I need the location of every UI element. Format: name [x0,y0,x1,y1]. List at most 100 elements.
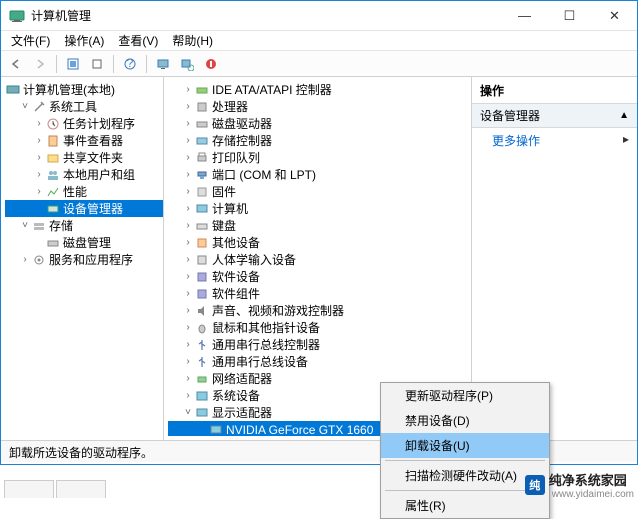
gpu-icon [208,422,224,437]
tree-label: 固件 [212,183,236,200]
toolbar-separator [56,55,57,73]
pc-icon-button[interactable] [152,53,174,75]
tab-placeholder[interactable] [56,480,106,498]
tree-label: 通用串行总线设备 [212,353,308,370]
device-category[interactable]: ›鼠标和其他指针设备 [168,319,471,336]
event-icon [45,133,61,149]
more-actions-link[interactable]: 更多操作 ▸ [472,128,637,153]
app-icon [9,8,25,24]
collapse-icon[interactable]: ▲ [619,110,629,121]
tree-label: 计算机管理(本地) [23,81,115,98]
usb-icon [194,354,210,370]
tree-label: 磁盘驱动器 [212,115,272,132]
tree-label: 其他设备 [212,234,260,251]
status-text: 卸载所选设备的驱动程序。 [9,446,153,460]
back-button[interactable] [5,53,27,75]
tree-label: 服务和应用程序 [49,251,133,268]
tree-label: 系统工具 [49,98,97,115]
menu-help[interactable]: 帮助(H) [166,30,219,51]
device-category[interactable]: ›计算机 [168,200,471,217]
tab-placeholder[interactable] [4,480,54,498]
tree-task-scheduler[interactable]: › 任务计划程序 [5,115,163,132]
watermark: 纯 纯净系统家园 www.yidaimei.com [525,470,634,500]
tree-label: 存储控制器 [212,132,272,149]
device-category[interactable]: ›其他设备 [168,234,471,251]
device-category[interactable]: ›存储控制器 [168,132,471,149]
device-category[interactable]: ›通用串行总线设备 [168,353,471,370]
collapse-icon[interactable]: ˅ [19,101,31,112]
disable-button[interactable] [200,53,222,75]
tree-local-users[interactable]: › 本地用户和组 [5,166,163,183]
device-category[interactable]: ›磁盘驱动器 [168,115,471,132]
collapse-icon[interactable]: ˅ [19,220,31,231]
collapse-icon[interactable]: ˅ [182,407,194,418]
up-button[interactable] [62,53,84,75]
cpu-icon [194,99,210,115]
title-bar[interactable]: 计算机管理 — ☐ ✕ [1,1,637,31]
tree-label: 鼠标和其他指针设备 [212,319,320,336]
network-icon [194,371,210,387]
tree-label: 处理器 [212,98,248,115]
expand-icon[interactable]: › [33,169,45,180]
menu-disable-device[interactable]: 禁用设备(D) [381,408,549,433]
toolbar-separator [113,55,114,73]
menu-view[interactable]: 查看(V) [112,30,164,51]
node-button[interactable] [86,53,108,75]
tree-shared-folders[interactable]: › 共享文件夹 [5,149,163,166]
expand-icon[interactable]: › [33,135,45,146]
close-button[interactable]: ✕ [592,2,637,30]
expand-icon[interactable]: › [19,254,31,265]
tree-services[interactable]: › 服务和应用程序 [5,251,163,268]
minimize-button[interactable]: — [502,2,547,30]
folder-icon [45,150,61,166]
tree-root[interactable]: 计算机管理(本地) [5,81,163,98]
device-category[interactable]: ›键盘 [168,217,471,234]
tree-device-manager[interactable]: 设备管理器 [5,200,163,217]
actions-subheader[interactable]: 设备管理器 ▲ [472,103,637,128]
device-category[interactable]: ›通用串行总线控制器 [168,336,471,353]
device-category[interactable]: ›处理器 [168,98,471,115]
keyboard-icon [194,218,210,234]
tree-event-viewer[interactable]: › 事件查看器 [5,132,163,149]
tree-label: 任务计划程序 [63,115,135,132]
usb-icon [194,337,210,353]
tree-label: 共享文件夹 [63,149,123,166]
tools-icon [31,99,47,115]
menu-file[interactable]: 文件(F) [5,30,56,51]
device-category[interactable]: ›软件组件 [168,285,471,302]
tree-system-tools[interactable]: ˅ 系统工具 [5,98,163,115]
devmgr-icon [45,201,61,217]
menu-uninstall-device[interactable]: 卸载设备(U) [381,433,549,458]
watermark-text: 纯净系统家园 [549,470,634,489]
watermark-url: www.yidaimei.com [552,489,634,500]
help-button[interactable]: ? [119,53,141,75]
device-category[interactable]: ›人体学输入设备 [168,251,471,268]
device-category[interactable]: ›声音、视频和游戏控制器 [168,302,471,319]
tree-label: 人体学输入设备 [212,251,296,268]
tree-label: 事件查看器 [63,132,123,149]
watermark-logo-icon: 纯 [525,475,545,495]
toolbar: ? [1,51,637,77]
forward-button[interactable] [29,53,51,75]
tree-disk-mgmt[interactable]: 磁盘管理 [5,234,163,251]
maximize-button[interactable]: ☐ [547,2,592,30]
left-tree-pane[interactable]: 计算机管理(本地) ˅ 系统工具 › 任务计划程序 › 事件查看器 › 共享文件… [1,77,164,440]
tree-label: 存储 [49,217,73,234]
expand-icon[interactable]: › [33,186,45,197]
device-category[interactable]: ›软件设备 [168,268,471,285]
menu-action[interactable]: 操作(A) [58,30,110,51]
tree-label: 本地用户和组 [63,166,135,183]
device-category[interactable]: ›IDE ATA/ATAPI 控制器 [168,81,471,98]
scan-button[interactable] [176,53,198,75]
expand-icon[interactable]: › [33,118,45,129]
system-icon [194,388,210,404]
device-category[interactable]: ›端口 (COM 和 LPT) [168,166,471,183]
menu-update-driver[interactable]: 更新驱动程序(P) [381,383,549,408]
tree-performance[interactable]: › 性能 [5,183,163,200]
device-category[interactable]: ›固件 [168,183,471,200]
tree-label: 显示适配器 [212,404,272,421]
actions-header: 操作 [472,77,637,103]
tree-storage[interactable]: ˅ 存储 [5,217,163,234]
device-category[interactable]: ›打印队列 [168,149,471,166]
expand-icon[interactable]: › [33,152,45,163]
